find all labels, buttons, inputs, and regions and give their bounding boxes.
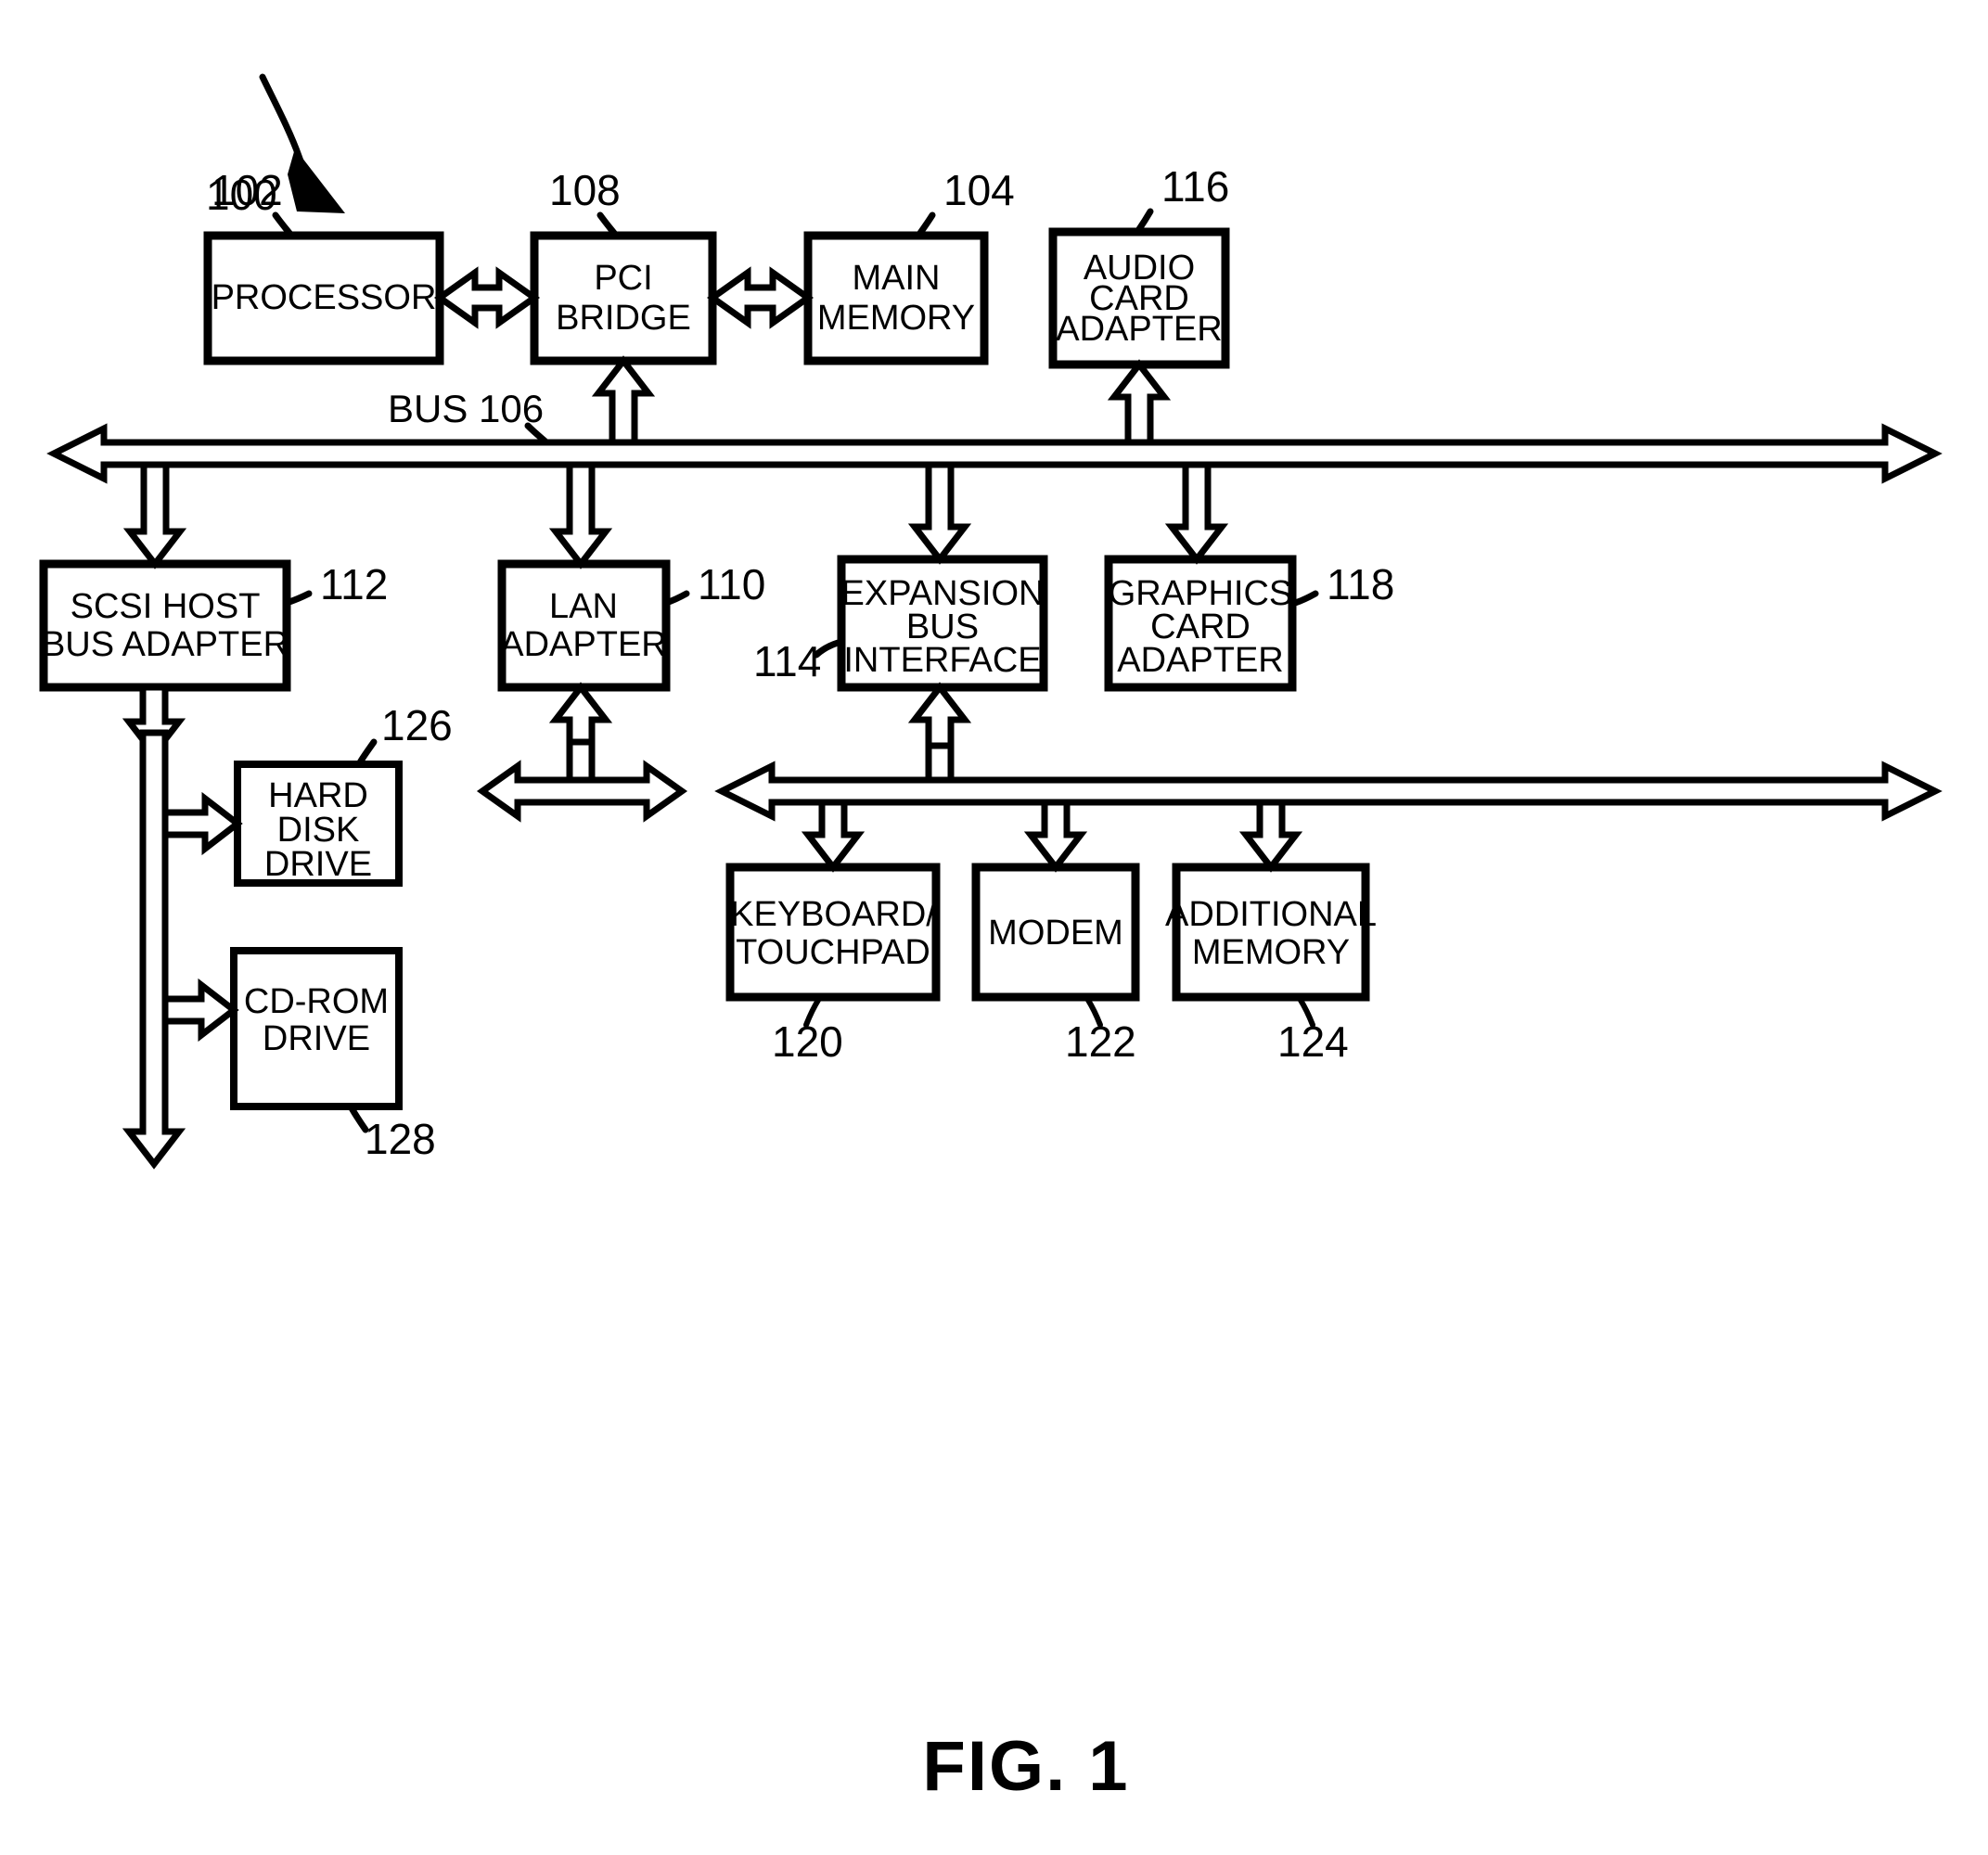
arrow-bus-to-expansion-bus <box>907 461 972 565</box>
label-additional-memory-line2: MEMORY <box>1192 933 1350 972</box>
label-additional-memory-line1: ADDITIONAL <box>1165 895 1377 934</box>
label-main-memory-line1: MAIN <box>853 259 941 298</box>
bus-106-line <box>46 423 1943 484</box>
bus-106-label: BUS 106 <box>388 387 544 430</box>
label-graphics-card-line3: ADAPTER <box>1117 641 1283 680</box>
label-cd-rom-line1: CD-ROM <box>244 982 389 1021</box>
ref-label-126: 126 <box>381 701 453 749</box>
arrow-expbus-to-additional-memory <box>1238 799 1303 873</box>
arrow-pci-mainmemory <box>706 266 814 329</box>
ref-label-128: 128 <box>365 1115 436 1163</box>
label-hard-disk-line1: HARD <box>268 776 368 815</box>
label-keyboard-line1: KEYBOARD/ <box>730 895 936 934</box>
ref-label-116: 116 <box>1161 162 1229 211</box>
label-scsi-host-line2: BUS ADAPTER <box>42 625 289 664</box>
arrow-scsi-bus-trunk <box>122 729 186 1170</box>
label-lan-adapter-line2: ADAPTER <box>500 625 666 664</box>
arrow-lan-stem <box>566 738 596 784</box>
arrow-scsi-to-cd-rom <box>161 978 239 1043</box>
label-keyboard-line2: TOUCHPAD <box>736 933 930 972</box>
label-modem: MODEM <box>988 914 1123 953</box>
system-arrowhead-100 <box>288 148 345 213</box>
arrow-bus-to-lan-adapter <box>548 461 613 569</box>
ref-label-118: 118 <box>1327 560 1394 608</box>
label-processor: PROCESSOR <box>212 278 437 317</box>
arrow-expbus-to-keyboard <box>801 799 866 873</box>
ref-label-120: 120 <box>772 1017 843 1066</box>
ref-label-104: 104 <box>943 166 1015 214</box>
figure-1-block-diagram: 100 102 108 104 116 BUS 106 112 110 114 … <box>39 73 1943 1806</box>
label-scsi-host-line1: SCSI HOST <box>71 587 261 626</box>
ref-label-110: 110 <box>698 560 765 608</box>
label-lan-adapter-line1: LAN <box>549 587 618 626</box>
label-main-memory-line2: MEMORY <box>817 299 975 338</box>
arrow-expansion-stem <box>925 742 955 784</box>
label-pci-bridge-line2: BRIDGE <box>556 299 691 338</box>
arrow-bus-to-graphics-card <box>1164 461 1229 565</box>
label-cd-rom-line2: DRIVE <box>263 1019 370 1058</box>
ref-label-114: 114 <box>753 637 821 685</box>
ref-label-108: 108 <box>549 166 621 214</box>
label-pci-bridge-line1: PCI <box>594 259 652 298</box>
arrow-lan-down-head <box>548 682 613 746</box>
ref-label-124: 124 <box>1277 1017 1349 1066</box>
ref-label-112: 112 <box>320 560 388 608</box>
ref-label-102: 102 <box>212 166 283 214</box>
patent-figure-page: 100 102 108 104 116 BUS 106 112 110 114 … <box>0 0 1988 1855</box>
arrow-bus-to-audio-card <box>1107 359 1172 446</box>
figure-caption: FIG. 1 <box>922 1727 1129 1806</box>
arrow-bus-to-pci-bridge <box>591 355 656 446</box>
label-hard-disk-line3: DRIVE <box>264 845 372 884</box>
arrow-expbus-to-modem <box>1023 799 1088 873</box>
arrow-bus-to-scsi-host <box>122 461 187 569</box>
arrow-expansion-down-head <box>907 682 972 749</box>
expansion-bus-line <box>714 761 1943 822</box>
ref-label-122: 122 <box>1065 1017 1136 1066</box>
arrow-processor-pci <box>433 266 541 329</box>
label-audio-card-line3: ADAPTER <box>1056 310 1222 349</box>
label-expansion-bus-line3: INTERFACE <box>843 641 1041 680</box>
arrow-scsi-to-hard-disk <box>161 791 243 856</box>
label-hard-disk-line2: DISK <box>277 811 360 850</box>
